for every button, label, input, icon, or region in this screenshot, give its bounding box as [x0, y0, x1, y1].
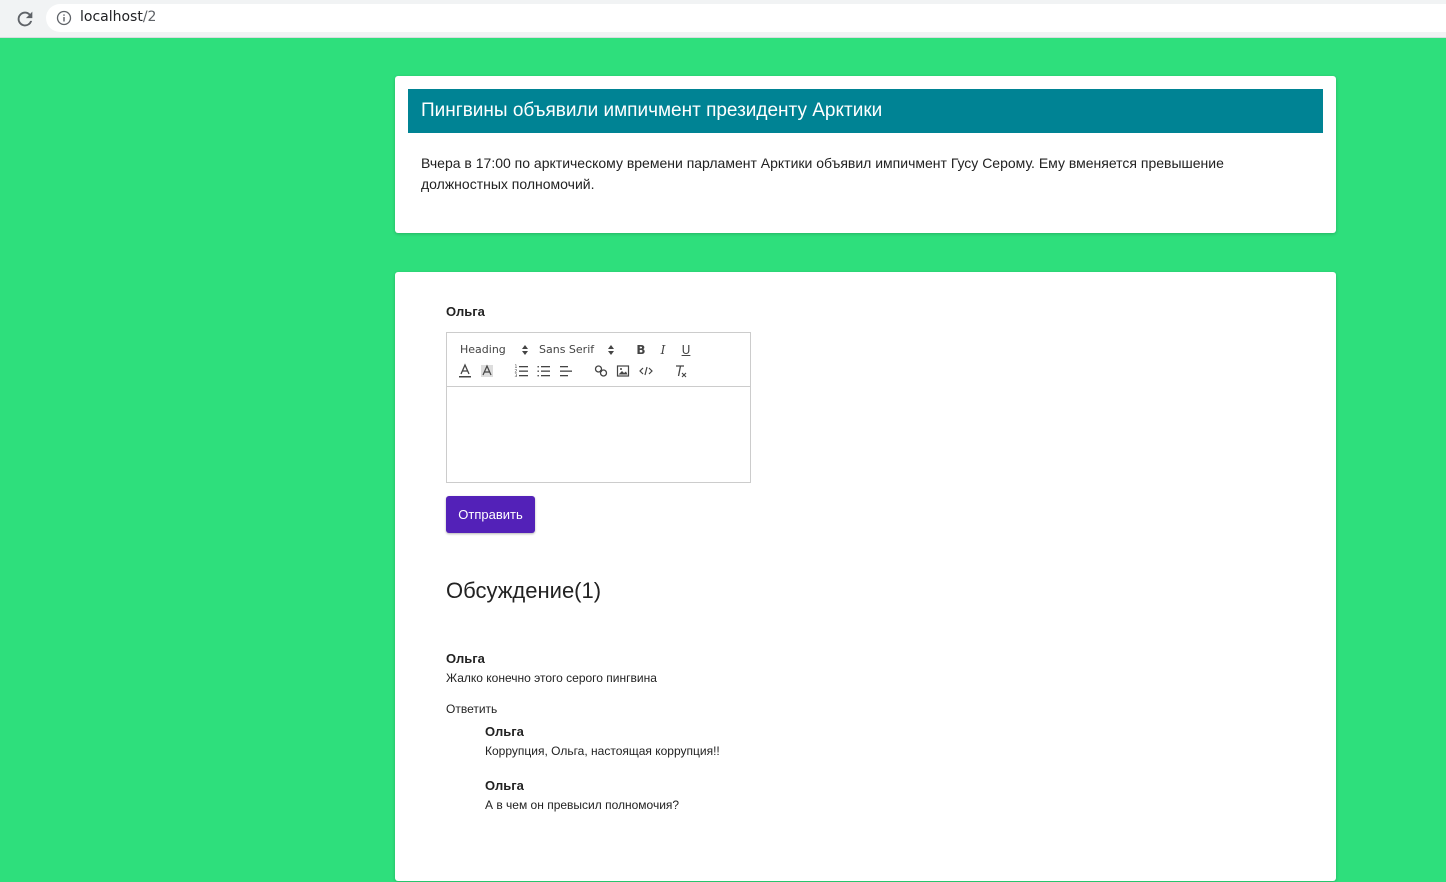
heading-select[interactable]: Heading: [460, 343, 506, 356]
address-bar[interactable]: localhost/2: [46, 4, 1446, 32]
reply-author: Ольга: [485, 778, 524, 793]
reply-text: А в чем он превысил полномочия?: [485, 798, 680, 812]
browser-toolbar: localhost/2: [0, 0, 1446, 38]
link-icon[interactable]: [592, 362, 610, 380]
form-author-name: Ольга: [446, 304, 485, 319]
align-icon[interactable]: [557, 362, 575, 380]
discussion-title: Обсуждение(1): [446, 578, 602, 603]
text-color-icon[interactable]: [456, 362, 474, 380]
image-icon[interactable]: [614, 362, 632, 380]
select-arrows-icon: [522, 345, 528, 355]
comment-text: Жалко конечно этого серого пингвина: [446, 671, 657, 685]
news-title: Пингвины объявили импичмент президенту А…: [408, 89, 1323, 133]
rich-text-editor: Heading Sans Serif B I U 1 2 3: [446, 332, 751, 483]
reply-text: Коррупция, Ольга, настоящая коррупция!!: [485, 744, 720, 758]
code-icon[interactable]: [637, 362, 655, 380]
reload-icon[interactable]: [14, 8, 36, 30]
bold-icon[interactable]: B: [632, 341, 650, 359]
svg-text:3: 3: [515, 373, 518, 379]
comments-card: Ольга Heading Sans Serif B I U 1 2 3 Отп…: [395, 272, 1336, 881]
ordered-list-icon[interactable]: 1 2 3: [513, 362, 531, 380]
submit-button[interactable]: Отправить: [446, 496, 535, 533]
italic-icon[interactable]: I: [654, 341, 672, 359]
reply-link[interactable]: Ответить: [446, 702, 497, 716]
select-arrows-icon: [608, 345, 614, 355]
comment-author: Ольга: [446, 651, 485, 666]
editor-toolbar: Heading Sans Serif B I U 1 2 3: [447, 333, 750, 387]
bullet-list-icon[interactable]: [535, 362, 553, 380]
reply-author: Ольга: [485, 724, 524, 739]
info-icon[interactable]: [56, 10, 72, 26]
font-select[interactable]: Sans Serif: [539, 343, 594, 356]
url-text: localhost/2: [80, 9, 157, 25]
clear-formatting-icon[interactable]: [672, 362, 690, 380]
news-body: Вчера в 17:00 по арктическому времени па…: [421, 155, 1224, 192]
news-card: Пингвины объявили импичмент президенту А…: [395, 76, 1336, 233]
underline-icon[interactable]: U: [677, 341, 695, 359]
editor-content-area[interactable]: [447, 387, 750, 482]
background-color-icon[interactable]: [478, 362, 496, 380]
